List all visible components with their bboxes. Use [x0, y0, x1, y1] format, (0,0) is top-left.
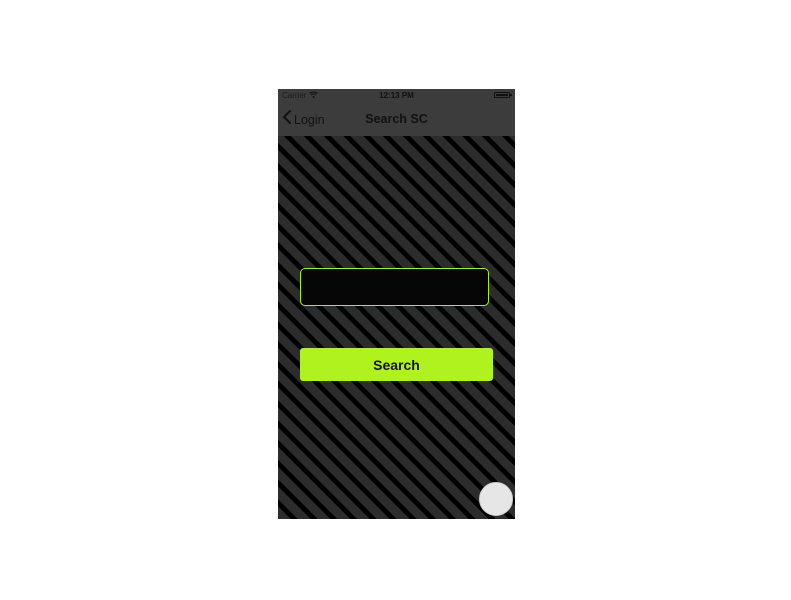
navigation-bar: Login Search SC	[278, 103, 515, 136]
search-input[interactable]	[300, 268, 489, 306]
phone-screen: Carrier 12:13 PM Login Search SC Search	[278, 89, 515, 519]
battery-icon	[494, 92, 512, 98]
assistive-touch-button[interactable]	[479, 482, 513, 516]
status-bar: Carrier 12:13 PM	[278, 89, 515, 103]
search-button[interactable]: Search	[300, 348, 493, 381]
page-title: Search SC	[365, 112, 428, 126]
content-area: Search	[278, 136, 515, 519]
status-time: 12:13 PM	[379, 91, 414, 100]
